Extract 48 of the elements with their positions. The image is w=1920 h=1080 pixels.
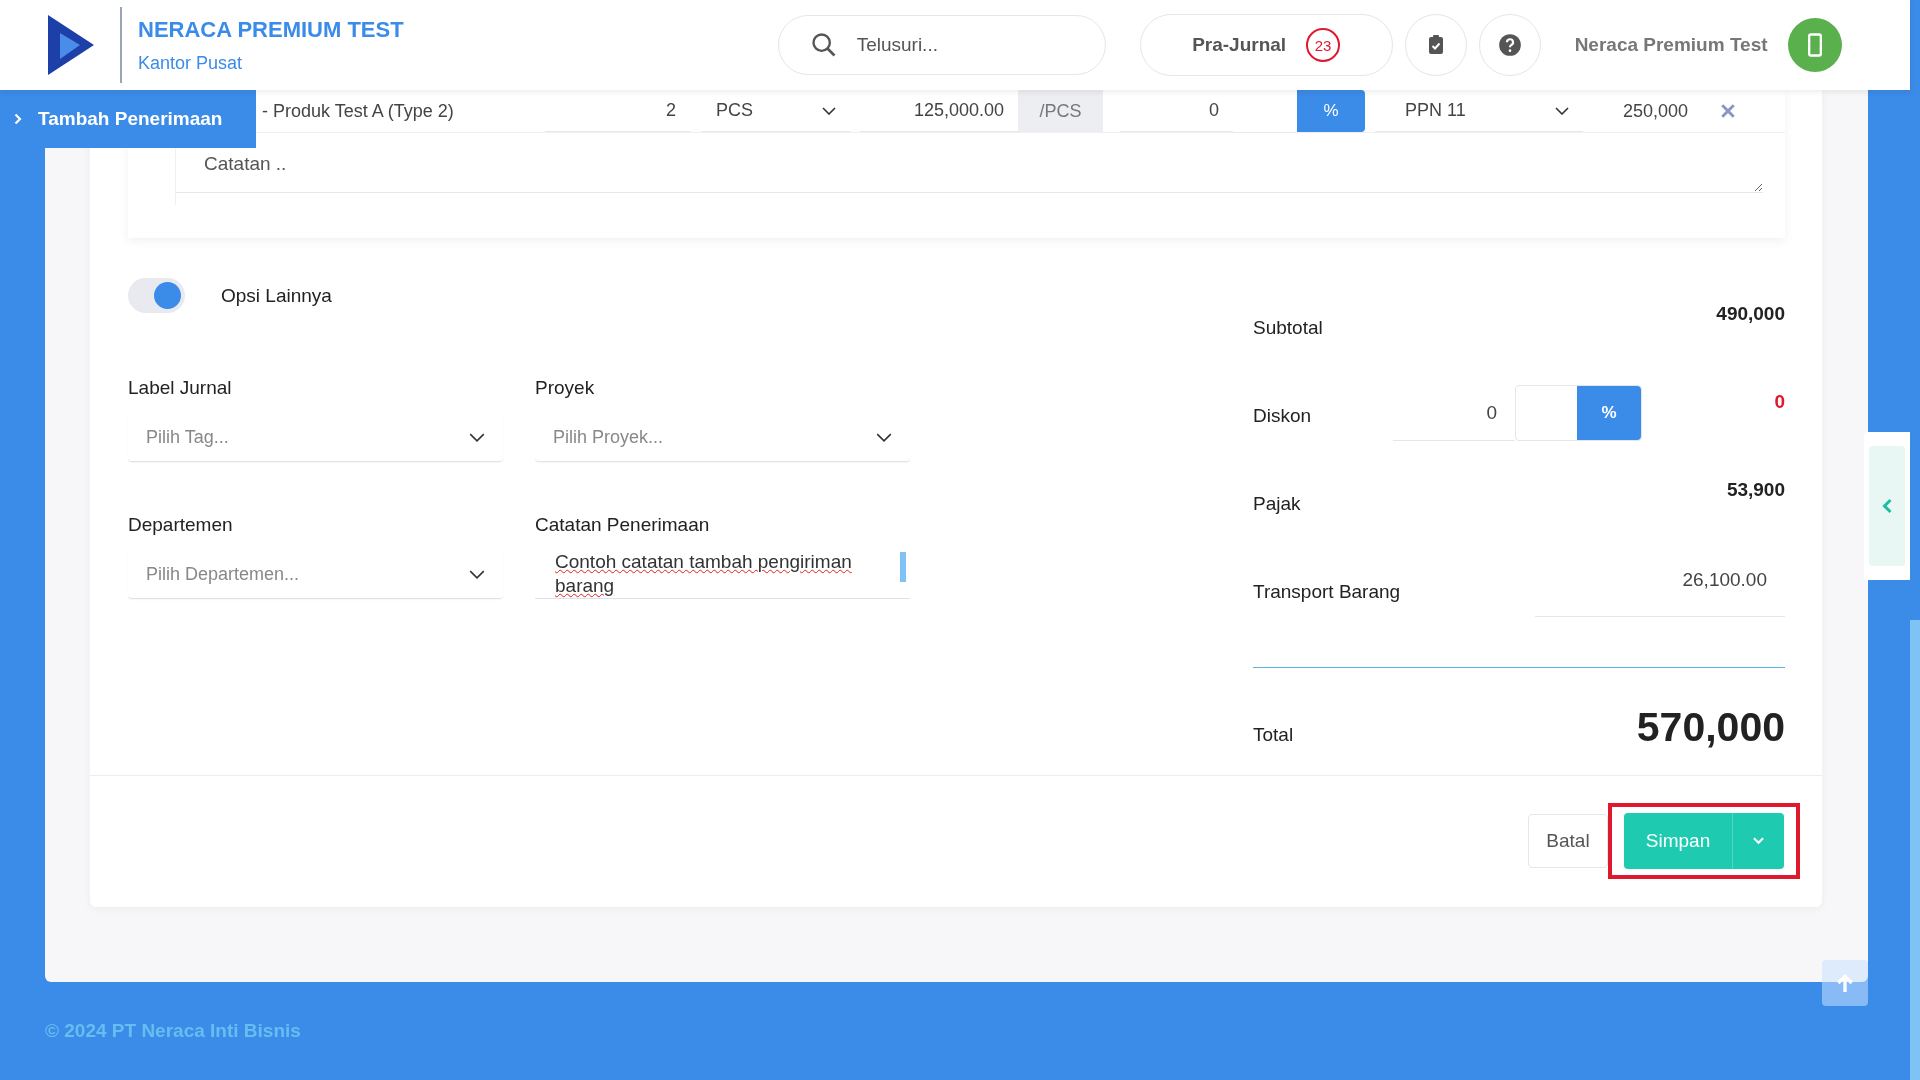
discount-field[interactable]: 0 — [1393, 385, 1515, 441]
search-field[interactable]: Telusuri... — [777, 15, 1106, 75]
product-name: - Produk Test A (Type 2) — [262, 100, 455, 122]
note-textarea[interactable]: Contoh catatan tambah pengiriman barang — [535, 550, 910, 599]
pra-jurnal-button[interactable]: Pra-Jurnal 23 — [1139, 14, 1393, 76]
arrow-up-icon[interactable] — [1822, 960, 1868, 1006]
user-name: Neraca Premium Test — [1574, 34, 1768, 56]
chevron-left-icon — [1881, 498, 1893, 514]
toggle-switch[interactable] — [128, 278, 185, 313]
search-icon — [809, 31, 838, 59]
close-icon[interactable] — [1720, 103, 1736, 119]
phone-avatar-icon[interactable] — [1787, 18, 1842, 72]
scrollbar[interactable] — [1910, 620, 1920, 1080]
total-value: 570,000 — [1636, 704, 1785, 751]
line-amount: 250,000 — [1621, 100, 1688, 122]
tax-label: Pajak — [1253, 493, 1301, 515]
discount-amount: 0 — [1774, 391, 1785, 413]
transport-field[interactable]: 26,100.00 — [1535, 561, 1785, 617]
chevron-down-icon — [876, 432, 892, 442]
tax-select[interactable]: PPN 11 — [1375, 90, 1583, 132]
field-label: Label Jurnal — [128, 377, 233, 399]
toggle-label: Opsi Lainnya — [221, 284, 332, 307]
transport-label: Transport Barang — [1253, 581, 1401, 603]
count-badge: 23 — [1306, 28, 1341, 62]
cancel-button[interactable]: Batal — [1528, 814, 1608, 868]
select-field[interactable]: Pilih Proyek... — [535, 413, 910, 462]
quantity-field[interactable]: 2 — [545, 90, 690, 132]
brand-title: NERACA PREMIUM TEST — [138, 16, 404, 43]
chevron-down-icon — [469, 569, 485, 579]
discount-field[interactable]: 0 — [1120, 90, 1233, 132]
unit-select[interactable]: PCS — [702, 90, 850, 132]
chevron-down-icon — [1555, 106, 1569, 115]
tax-value: 53,900 — [1726, 479, 1785, 501]
select-field[interactable]: Pilih Departemen... — [128, 550, 503, 599]
discount-label: Diskon — [1253, 405, 1312, 427]
subtotal-label: Subtotal — [1253, 317, 1323, 339]
field-label: Proyek — [535, 377, 596, 399]
chevron-down-icon — [469, 432, 485, 442]
total-label: Total — [1253, 724, 1294, 746]
unit-suffix: /PCS — [1018, 90, 1103, 132]
branch-name: Kantor Pusat — [138, 52, 244, 74]
field-label: Departemen — [128, 514, 234, 536]
select-field[interactable]: Pilih Tag... — [128, 413, 503, 462]
logo-icon[interactable] — [46, 13, 96, 77]
subtotal-value: 490,000 — [1716, 303, 1785, 325]
chevron-down-icon — [822, 106, 836, 115]
chevron-right-icon — [14, 113, 22, 125]
field-label: Catatan Penerimaan — [535, 514, 711, 536]
